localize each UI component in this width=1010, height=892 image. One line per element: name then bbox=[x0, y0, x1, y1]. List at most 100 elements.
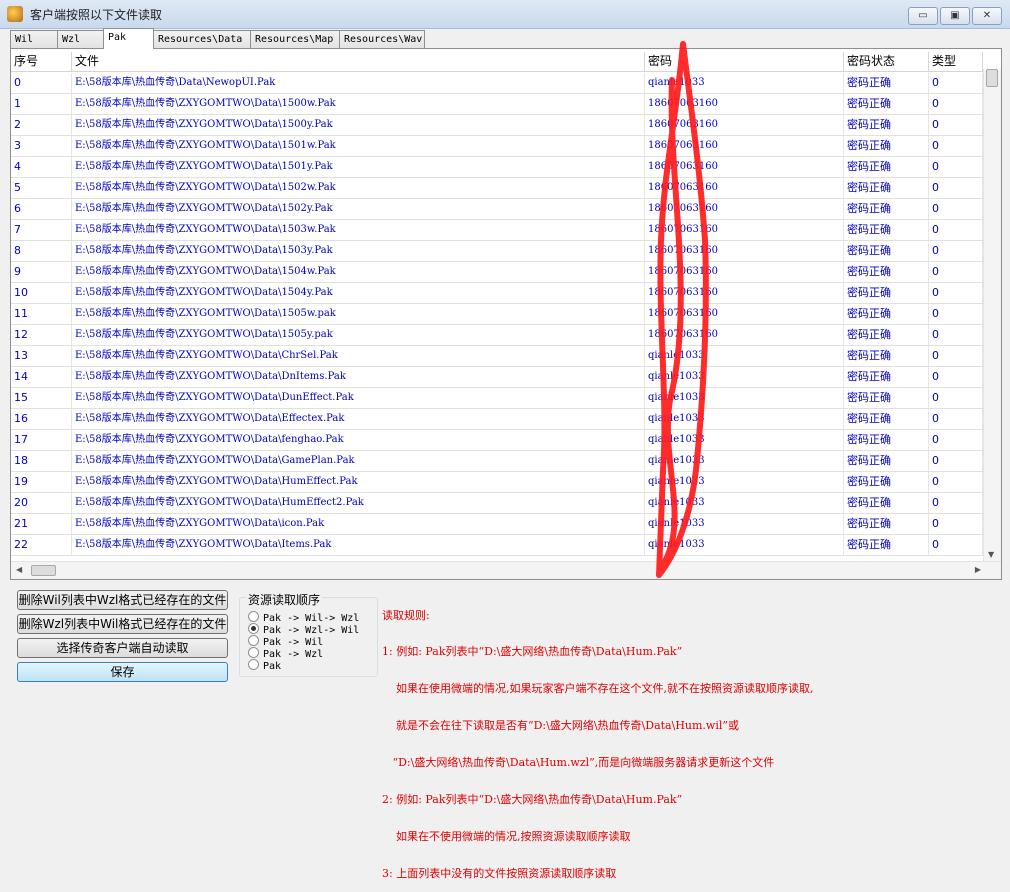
cell-index[interactable]: 20 bbox=[11, 493, 72, 513]
column-header-type[interactable]: 类型 bbox=[929, 52, 983, 72]
table-row[interactable]: 7 E:\58版本库\热血传奇\ZXYGOMTWO\Data\1503w.Pak 1… bbox=[11, 220, 983, 241]
cell-index[interactable]: 11 bbox=[11, 304, 72, 324]
cell-index[interactable]: 10 bbox=[11, 283, 72, 303]
cell-type[interactable]: 0 bbox=[929, 430, 983, 450]
radio-selected-icon[interactable] bbox=[248, 623, 259, 634]
cell-password-status[interactable]: 密码正确 bbox=[844, 73, 929, 93]
cell-file-path[interactable]: E:\58版本库\热血传奇\Data\NewopUI.Pak bbox=[72, 73, 645, 93]
cell-index[interactable]: 7 bbox=[11, 220, 72, 240]
horizontal-scrollbar[interactable]: ◀ ▶ bbox=[11, 561, 1001, 579]
table-row[interactable]: 6 E:\58版本库\热血传奇\ZXYGOMTWO\Data\1502y.Pak 1… bbox=[11, 199, 983, 220]
table-row[interactable]: 18 E:\58版本库\热血传奇\ZXYGOMTWO\Data\GamePlan.… bbox=[11, 451, 983, 472]
table-row[interactable]: 0 E:\58版本库\热血传奇\Data\NewopUI.Pak qianle103… bbox=[11, 73, 983, 94]
cell-type[interactable]: 0 bbox=[929, 262, 983, 282]
tab-wzl[interactable]: Wzl bbox=[57, 30, 104, 48]
cell-password-status[interactable]: 密码正确 bbox=[844, 220, 929, 240]
cell-index[interactable]: 17 bbox=[11, 430, 72, 450]
tab-wil[interactable]: Wil bbox=[10, 30, 58, 48]
cell-type[interactable]: 0 bbox=[929, 136, 983, 156]
cell-password-status[interactable]: 密码正确 bbox=[844, 535, 929, 555]
cell-type[interactable]: 0 bbox=[929, 178, 983, 198]
cell-type[interactable]: 0 bbox=[929, 283, 983, 303]
cell-password-status[interactable]: 密码正确 bbox=[844, 472, 929, 492]
cell-index[interactable]: 12 bbox=[11, 325, 72, 345]
read-order-option[interactable]: Pak -> Wzl bbox=[248, 647, 323, 660]
cell-file-path[interactable]: E:\58版本库\热血传奇\ZXYGOMTWO\Data\1500y.Pak bbox=[72, 115, 645, 135]
table-row[interactable]: 21 E:\58版本库\热血传奇\ZXYGOMTWO\Data\icon.Pak q… bbox=[11, 514, 983, 535]
cell-type[interactable]: 0 bbox=[929, 535, 983, 555]
radio-icon[interactable] bbox=[248, 635, 259, 646]
scroll-right-icon[interactable]: ▶ bbox=[975, 565, 981, 574]
cell-password-status[interactable]: 密码正确 bbox=[844, 514, 929, 534]
cell-password[interactable]: 18607063160 bbox=[645, 136, 844, 156]
cell-password[interactable]: qianle1033 bbox=[645, 367, 844, 387]
cell-password[interactable]: qianle1033 bbox=[645, 73, 844, 93]
cell-password[interactable]: 18607063160 bbox=[645, 178, 844, 198]
cell-password-status[interactable]: 密码正确 bbox=[844, 136, 929, 156]
table-row[interactable]: 3 E:\58版本库\热血传奇\ZXYGOMTWO\Data\1501w.Pak 1… bbox=[11, 136, 983, 157]
cell-index[interactable]: 6 bbox=[11, 199, 72, 219]
cell-type[interactable]: 0 bbox=[929, 493, 983, 513]
tab-pak[interactable]: Pak bbox=[103, 28, 154, 49]
cell-index[interactable]: 4 bbox=[11, 157, 72, 177]
cell-file-path[interactable]: E:\58版本库\热血传奇\ZXYGOMTWO\Data\fenghao.Pak bbox=[72, 430, 645, 450]
cell-file-path[interactable]: E:\58版本库\热血传奇\ZXYGOMTWO\Data\1502y.Pak bbox=[72, 199, 645, 219]
cell-file-path[interactable]: E:\58版本库\热血传奇\ZXYGOMTWO\Data\DnItems.Pak bbox=[72, 367, 645, 387]
cell-password[interactable]: 18607063160 bbox=[645, 157, 844, 177]
cell-password-status[interactable]: 密码正确 bbox=[844, 325, 929, 345]
read-order-option[interactable]: Pak bbox=[248, 659, 281, 672]
read-order-option[interactable]: Pak -> Wil bbox=[248, 635, 323, 648]
cell-index[interactable]: 19 bbox=[11, 472, 72, 492]
cell-type[interactable]: 0 bbox=[929, 472, 983, 492]
radio-icon[interactable] bbox=[248, 659, 259, 670]
cell-index[interactable]: 16 bbox=[11, 409, 72, 429]
table-row[interactable]: 5 E:\58版本库\热血传奇\ZXYGOMTWO\Data\1502w.Pak 1… bbox=[11, 178, 983, 199]
cell-file-path[interactable]: E:\58版本库\热血传奇\ZXYGOMTWO\Data\1505y.pak bbox=[72, 325, 645, 345]
cell-password-status[interactable]: 密码正确 bbox=[844, 346, 929, 366]
cell-type[interactable]: 0 bbox=[929, 388, 983, 408]
cell-password-status[interactable]: 密码正确 bbox=[844, 367, 929, 387]
cell-type[interactable]: 0 bbox=[929, 220, 983, 240]
cell-file-path[interactable]: E:\58版本库\热血传奇\ZXYGOMTWO\Data\1501y.Pak bbox=[72, 157, 645, 177]
cell-index[interactable]: 9 bbox=[11, 262, 72, 282]
minimize-button[interactable]: ▭ bbox=[908, 7, 938, 25]
table-row[interactable]: 13 E:\58版本库\热血传奇\ZXYGOMTWO\Data\ChrSel.Pa… bbox=[11, 346, 983, 367]
cell-type[interactable]: 0 bbox=[929, 346, 983, 366]
cell-file-path[interactable]: E:\58版本库\热血传奇\ZXYGOMTWO\Data\DunEffect.P… bbox=[72, 388, 645, 408]
radio-icon[interactable] bbox=[248, 611, 259, 622]
cell-type[interactable]: 0 bbox=[929, 367, 983, 387]
cell-type[interactable]: 0 bbox=[929, 409, 983, 429]
cell-index[interactable]: 22 bbox=[11, 535, 72, 555]
table-row[interactable]: 4 E:\58版本库\热血传奇\ZXYGOMTWO\Data\1501y.Pak 1… bbox=[11, 157, 983, 178]
cell-file-path[interactable]: E:\58版本库\热血传奇\ZXYGOMTWO\Data\GamePlan.Pa… bbox=[72, 451, 645, 471]
table-row[interactable]: 19 E:\58版本库\热血传奇\ZXYGOMTWO\Data\HumEffect… bbox=[11, 472, 983, 493]
cell-file-path[interactable]: E:\58版本库\热血传奇\ZXYGOMTWO\Data\1501w.Pak bbox=[72, 136, 645, 156]
cell-file-path[interactable]: E:\58版本库\热血传奇\ZXYGOMTWO\Data\1503w.Pak bbox=[72, 220, 645, 240]
cell-type[interactable]: 0 bbox=[929, 241, 983, 261]
cell-password[interactable]: qianle1033 bbox=[645, 409, 844, 429]
cell-password[interactable]: 18607063160 bbox=[645, 283, 844, 303]
cell-password-status[interactable]: 密码正确 bbox=[844, 283, 929, 303]
cell-password[interactable]: qianle1033 bbox=[645, 514, 844, 534]
cell-password[interactable]: qianle1033 bbox=[645, 388, 844, 408]
table-row[interactable]: 8 E:\58版本库\热血传奇\ZXYGOMTWO\Data\1503y.Pak 1… bbox=[11, 241, 983, 262]
cell-password-status[interactable]: 密码正确 bbox=[844, 451, 929, 471]
read-order-option[interactable]: Pak -> Wzl-> Wil bbox=[248, 623, 359, 636]
table-row[interactable]: 15 E:\58版本库\热血传奇\ZXYGOMTWO\Data\DunEffect… bbox=[11, 388, 983, 409]
cell-index[interactable]: 18 bbox=[11, 451, 72, 471]
cell-password[interactable]: qianle1033 bbox=[645, 493, 844, 513]
cell-type[interactable]: 0 bbox=[929, 325, 983, 345]
cell-password[interactable]: 18607063160 bbox=[645, 220, 844, 240]
horizontal-scroll-thumb[interactable] bbox=[31, 565, 56, 576]
cell-index[interactable]: 1 bbox=[11, 94, 72, 114]
read-order-option[interactable]: Pak -> Wil-> Wzl bbox=[248, 611, 359, 624]
cell-file-path[interactable]: E:\58版本库\热血传奇\ZXYGOMTWO\Data\1500w.Pak bbox=[72, 94, 645, 114]
cell-file-path[interactable]: E:\58版本库\热血传奇\ZXYGOMTWO\Data\1504y.Pak bbox=[72, 283, 645, 303]
cell-index[interactable]: 0 bbox=[11, 73, 72, 93]
table-row[interactable]: 2 E:\58版本库\热血传奇\ZXYGOMTWO\Data\1500y.Pak 1… bbox=[11, 115, 983, 136]
cell-index[interactable]: 13 bbox=[11, 346, 72, 366]
column-header-password[interactable]: 密码 bbox=[645, 52, 844, 72]
cell-password-status[interactable]: 密码正确 bbox=[844, 430, 929, 450]
cell-password[interactable]: 18607063160 bbox=[645, 199, 844, 219]
scroll-down-icon[interactable]: ▼ bbox=[988, 550, 994, 559]
